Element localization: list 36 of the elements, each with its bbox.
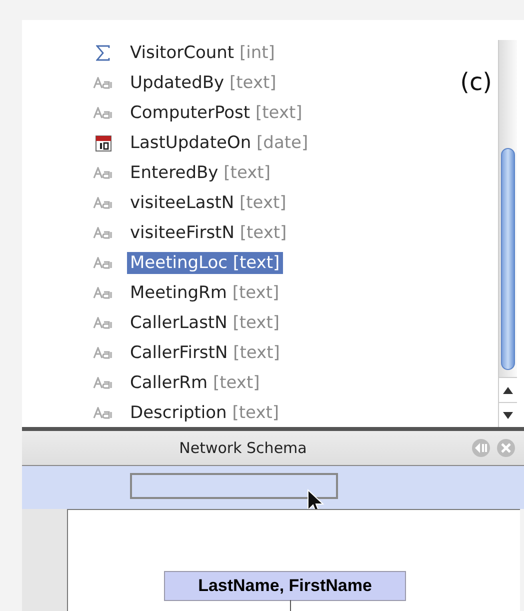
field-item[interactable]: UpdatedBy [text] (127, 72, 280, 94)
diagram-node[interactable]: LastName, FirstName (164, 571, 406, 601)
field-item[interactable]: Description [text] (127, 402, 282, 424)
scroll-down-icon[interactable] (499, 402, 517, 427)
field-item[interactable]: CallerLastN [text] (127, 312, 283, 334)
field-item[interactable]: EnteredBy [text] (127, 162, 274, 184)
text-type-icon (93, 107, 113, 119)
scroll-thumb[interactable] (501, 148, 515, 370)
text-type-icon (93, 347, 113, 359)
panel-title: Network Schema (179, 439, 307, 457)
text-type-icon (93, 317, 113, 329)
text-type-icon (93, 167, 113, 179)
field-item[interactable]: LastUpdateOn [date] (127, 132, 312, 154)
text-type-icon (93, 77, 113, 89)
text-type-icon (93, 197, 113, 209)
field-item[interactable]: visiteeLastN [text] (127, 192, 290, 214)
text-type-icon (93, 407, 113, 419)
field-item[interactable]: CallerFirstN [text] (127, 342, 283, 364)
scrollbar[interactable] (498, 40, 517, 427)
field-item[interactable]: VisitorCount [int] (127, 42, 278, 64)
close-icon[interactable] (496, 438, 516, 458)
sum-icon (96, 45, 110, 61)
field-item[interactable]: MeetingRm [text] (127, 282, 282, 304)
calendar-icon (94, 134, 112, 152)
toggle-icon[interactable] (471, 438, 491, 458)
text-type-icon (93, 257, 113, 269)
field-item[interactable]: CallerRm [text] (127, 372, 263, 394)
figure-label: (c) (460, 68, 492, 96)
text-type-icon (93, 227, 113, 239)
field-item[interactable]: MeetingLoc [text] (127, 252, 283, 274)
input-field[interactable] (130, 473, 338, 499)
text-type-icon (93, 377, 113, 389)
text-type-icon (93, 287, 113, 299)
field-item[interactable]: visiteeFirstN [text] (127, 222, 290, 244)
scroll-up-icon[interactable] (499, 377, 517, 402)
field-item[interactable]: ComputerPost [text] (127, 102, 306, 124)
